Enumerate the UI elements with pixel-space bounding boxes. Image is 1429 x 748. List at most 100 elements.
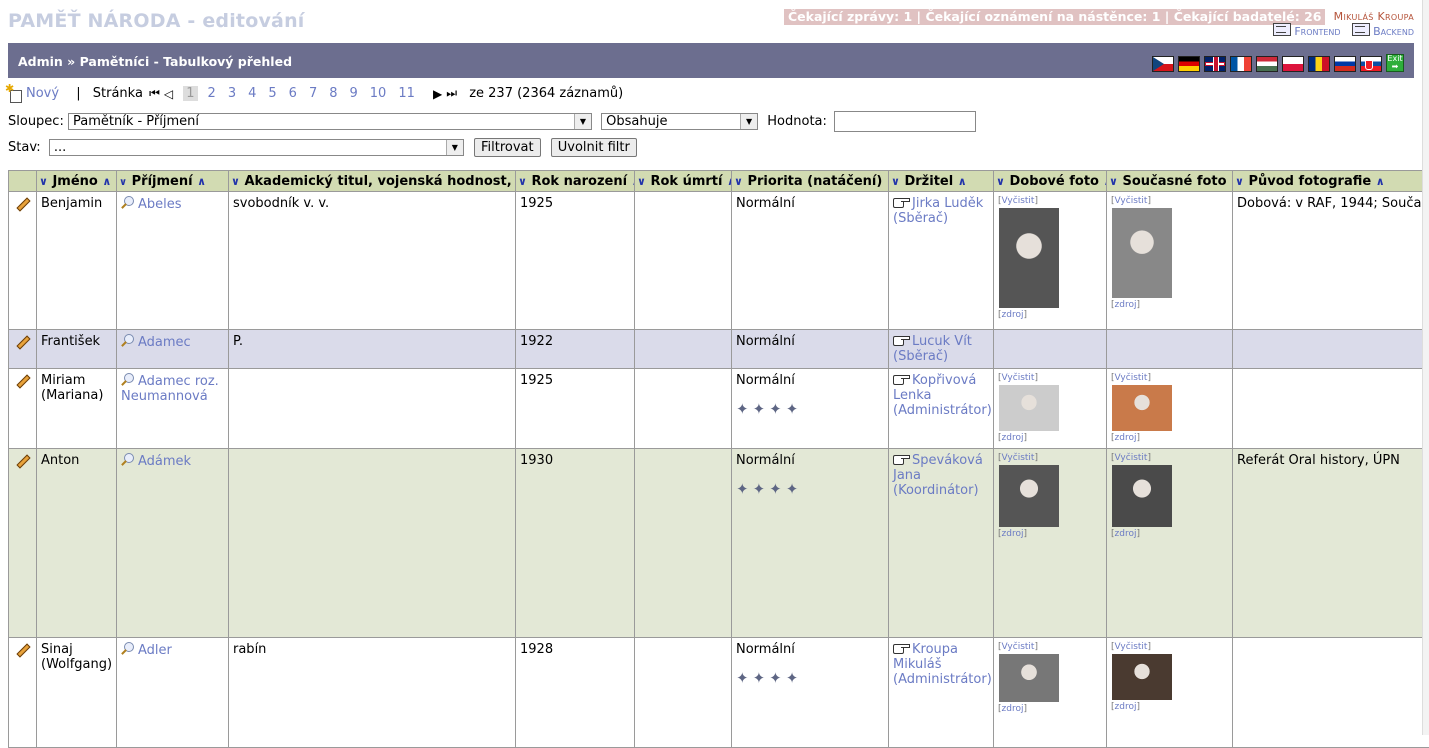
- photo-source-link[interactable]: zdroj: [1115, 433, 1137, 443]
- edit-pencil-icon[interactable]: [13, 334, 29, 348]
- photo-source-link[interactable]: zdroj: [1002, 310, 1024, 320]
- pointing-hand-icon[interactable]: [893, 373, 909, 384]
- column-header[interactable]: ∨ Původ fotografie ∧: [1233, 171, 1429, 192]
- period-photo-thumbnail[interactable]: [999, 208, 1059, 308]
- filter-button[interactable]: Filtrovat: [474, 138, 541, 157]
- last-name-link[interactable]: Adler: [138, 643, 172, 658]
- current-photo-thumbnail[interactable]: [1112, 208, 1172, 298]
- clear-photo-link[interactable]: Vyčistit: [1115, 642, 1148, 652]
- period-photo-thumbnail[interactable]: [999, 465, 1059, 527]
- backend-link[interactable]: Backend: [1373, 25, 1414, 38]
- photo-source-link[interactable]: zdroj: [1115, 702, 1137, 712]
- edit-pencil-icon[interactable]: [13, 373, 29, 387]
- pointing-hand-icon[interactable]: [893, 196, 909, 207]
- photo-source-link[interactable]: zdroj: [1115, 300, 1137, 310]
- clear-photo-link[interactable]: Vyčistit: [1115, 453, 1148, 463]
- ro-flag-icon[interactable]: [1308, 56, 1330, 72]
- pointing-hand-icon[interactable]: [893, 642, 909, 653]
- frontend-link[interactable]: Frontend: [1294, 25, 1340, 38]
- page-link[interactable]: 11: [398, 86, 415, 101]
- clear-photo-link[interactable]: Vyčistit: [1115, 373, 1148, 383]
- page-link[interactable]: 2: [208, 86, 216, 101]
- current-photo-thumbnail[interactable]: [1112, 654, 1172, 700]
- clear-photo-link[interactable]: Vyčistit: [1002, 642, 1035, 652]
- page-link[interactable]: 1: [183, 86, 197, 101]
- last-name-link[interactable]: Adamec roz. Neumannová: [121, 374, 219, 404]
- edit-pencil-icon[interactable]: [13, 453, 29, 467]
- page-link[interactable]: 6: [289, 86, 297, 101]
- exit-icon[interactable]: Exit➡: [1386, 54, 1404, 72]
- sort-desc-icon[interactable]: ∨: [891, 175, 900, 188]
- sort-asc-icon[interactable]: ∧: [958, 175, 967, 188]
- new-record-icon[interactable]: [8, 87, 22, 101]
- clear-photo-link[interactable]: Vyčistit: [1115, 196, 1148, 206]
- sort-desc-icon[interactable]: ∨: [119, 177, 127, 188]
- photo-source-link[interactable]: zdroj: [1002, 529, 1024, 539]
- next-page-icon[interactable]: ▶: [433, 87, 442, 101]
- pointing-hand-icon[interactable]: [893, 334, 909, 345]
- sort-asc-icon[interactable]: ∧: [727, 175, 732, 188]
- fr-flag-icon[interactable]: [1230, 56, 1252, 72]
- ru-flag-icon[interactable]: [1334, 56, 1356, 72]
- page-link[interactable]: 3: [228, 86, 236, 101]
- column-header[interactable]: ∨ Priorita (natáčení) ∧: [732, 171, 889, 192]
- sort-desc-icon[interactable]: ∨: [637, 175, 646, 188]
- clear-photo-link[interactable]: Vyčistit: [1002, 373, 1035, 383]
- de-flag-icon[interactable]: [1178, 56, 1200, 72]
- column-header[interactable]: ∨ Akademický titul, vojenská hodnost, ..…: [229, 171, 516, 192]
- last-name-link[interactable]: Adamec: [138, 335, 191, 350]
- magnifier-icon[interactable]: [121, 373, 134, 386]
- page-link[interactable]: 7: [309, 86, 317, 101]
- pointing-hand-icon[interactable]: [893, 453, 909, 464]
- magnifier-icon[interactable]: [121, 453, 134, 466]
- state-select[interactable]: ...▼: [49, 139, 464, 156]
- scrollbar[interactable]: [1422, 0, 1429, 735]
- column-header[interactable]: ∨ Jméno ∧: [37, 171, 117, 192]
- page-link[interactable]: 5: [268, 86, 276, 101]
- sort-desc-icon[interactable]: ∨: [518, 175, 527, 188]
- page-link[interactable]: 10: [370, 86, 387, 101]
- first-page-icon[interactable]: ⏮: [149, 86, 160, 101]
- prev-page-icon[interactable]: ◁: [164, 87, 173, 101]
- pl-flag-icon[interactable]: [1282, 56, 1304, 72]
- hu-flag-icon[interactable]: [1256, 56, 1278, 72]
- last-name-link[interactable]: Adámek: [138, 454, 191, 469]
- column-header[interactable]: ∨ Držitel ∧: [889, 171, 994, 192]
- page-link[interactable]: 8: [329, 86, 337, 101]
- user-name-link[interactable]: Mikuláš Kroupa: [1334, 10, 1414, 23]
- current-photo-thumbnail[interactable]: [1112, 465, 1172, 527]
- clear-photo-link[interactable]: Vyčistit: [1002, 196, 1035, 206]
- column-header[interactable]: ∨ Příjmení ∧: [117, 171, 229, 192]
- operator-select[interactable]: Obsahuje▼: [601, 113, 758, 130]
- magnifier-icon[interactable]: [121, 196, 134, 209]
- pending-notices[interactable]: Čekající zprávy: 1 | Čekající oznámení n…: [784, 9, 1325, 25]
- photo-source-link[interactable]: zdroj: [1002, 704, 1024, 714]
- sk-flag-icon[interactable]: [1360, 56, 1382, 72]
- column-select[interactable]: Pamětník - Příjmení▼: [68, 113, 592, 130]
- sort-desc-icon[interactable]: ∨: [231, 175, 240, 188]
- column-header[interactable]: ∨ Současné foto ∧: [1107, 171, 1233, 192]
- current-photo-thumbnail[interactable]: [1112, 385, 1172, 431]
- period-photo-thumbnail[interactable]: [999, 385, 1059, 431]
- column-header[interactable]: ∨ Dobové foto ∧: [994, 171, 1107, 192]
- period-photo-thumbnail[interactable]: [999, 654, 1059, 702]
- value-input[interactable]: [834, 111, 976, 132]
- edit-pencil-icon[interactable]: [13, 196, 29, 210]
- sort-asc-icon[interactable]: ∧: [102, 175, 111, 188]
- sort-asc-icon[interactable]: ∧: [197, 175, 206, 188]
- last-name-link[interactable]: Abeles: [138, 197, 182, 212]
- sort-asc-icon[interactable]: ∧: [1376, 175, 1385, 188]
- page-link[interactable]: 4: [248, 86, 256, 101]
- magnifier-icon[interactable]: [121, 334, 134, 347]
- photo-source-link[interactable]: zdroj: [1115, 529, 1137, 539]
- magnifier-icon[interactable]: [121, 642, 134, 655]
- sort-desc-icon[interactable]: ∨: [39, 175, 48, 188]
- sort-desc-icon[interactable]: ∨: [1235, 175, 1244, 188]
- last-page-icon[interactable]: ⏭: [446, 86, 457, 101]
- clear-photo-link[interactable]: Vyčistit: [1002, 453, 1035, 463]
- sort-desc-icon[interactable]: ∨: [996, 175, 1005, 188]
- cz-flag-icon[interactable]: [1152, 56, 1174, 72]
- photo-source-link[interactable]: zdroj: [1002, 433, 1024, 443]
- page-link[interactable]: 9: [350, 86, 358, 101]
- uk-flag-icon[interactable]: [1204, 56, 1226, 72]
